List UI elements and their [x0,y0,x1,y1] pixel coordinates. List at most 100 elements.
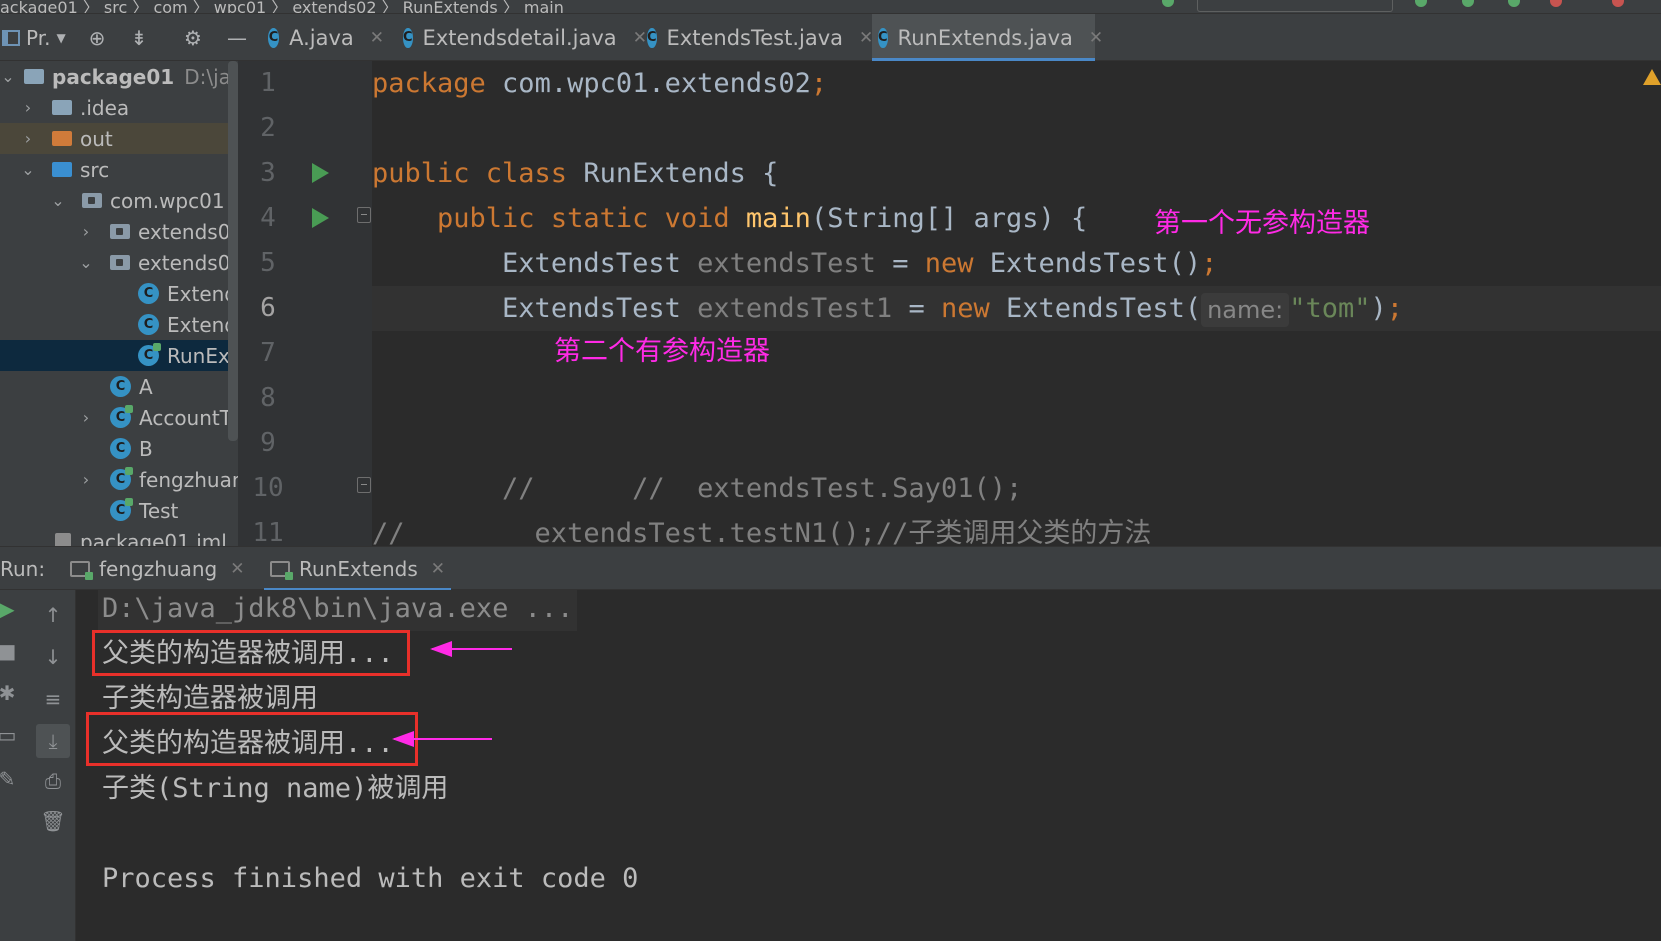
tab-extendsdetail-java[interactable]: C Extendsdetail.java ✕ [397,14,647,61]
code-text: RunExtends { [567,158,779,189]
tree-item-out[interactable]: › out [0,123,238,154]
code-line-6: ExtendsTest extendsTest1 = new ExtendsTe… [372,286,1661,331]
package-icon [82,193,102,208]
run-tab-runextends[interactable]: RunExtends ✕ [264,547,452,591]
tree-item-src[interactable]: ⌄ src [0,154,238,185]
warning-icon[interactable] [1643,69,1661,85]
line-number: 10 [252,473,284,503]
chevron-right-icon[interactable]: › [78,408,94,427]
code-editor[interactable]: package com.wpc01.extends02; public clas… [372,61,1661,546]
stop-icon[interactable]: ■ [0,636,22,666]
tab-a-java[interactable]: C A.java ✕ [262,14,384,61]
source-folder-icon [52,162,72,177]
tree-item-idea[interactable]: › .idea [0,92,238,123]
chevron-right-icon[interactable]: › [20,98,36,117]
annotation-arrow-icon [430,641,512,657]
breadcrumb[interactable]: ackage01 〉 src 〉 com 〉 wpc01 〉 extends02… [0,0,564,13]
layout-icon[interactable]: ▭ [0,720,22,750]
code-line-3: public class RunExtends { [372,151,1661,196]
debug-icon[interactable] [1462,0,1474,7]
tree-item-fengzhuang[interactable]: › C fengzhuang [0,464,238,495]
close-icon[interactable]: ✕ [230,559,244,579]
line-number: 3 [260,158,276,188]
run-config-icon [270,561,293,580]
run-tool-window-header: Run: fengzhuang ✕ RunExtends ✕ [0,546,1661,591]
console-output[interactable]: D:\java_jdk8\bin\java.exe ... 父类的构造器被调用.… [76,590,1661,941]
method-name: main [745,203,811,234]
code-text: com.wpc01.extends02 [485,68,811,99]
stop-icon[interactable] [1612,0,1624,7]
variable-name: extendsTest1 [697,293,893,324]
close-icon[interactable]: ✕ [431,559,445,579]
gear-icon[interactable]: ⚙ [176,14,210,61]
scroll-to-end-icon[interactable]: ⤓ [36,724,70,758]
line-number: 2 [260,113,276,143]
tree-item-extendstest[interactable]: C ExtendsT [0,309,238,340]
tree-item-label: src [80,157,110,182]
tab-runextends-java[interactable]: C RunExtends.java ✕ [872,14,1103,61]
code-line-10: // // extendsTest.Say01(); [372,473,1023,504]
soft-wrap-icon[interactable]: ≡ [38,684,68,714]
tree-item-b[interactable]: C B [0,433,238,464]
collapse-all-icon[interactable]: ⇟ [122,14,156,61]
trash-icon[interactable]: 🗑 [38,806,68,836]
tree-item-label: package01 [52,64,175,89]
keyword: public class [372,158,568,189]
project-view-selector[interactable]: Pr. ▼ [0,14,70,61]
pin-icon[interactable]: ✎ [0,764,22,794]
chevron-right-icon[interactable]: › [78,222,94,241]
chevron-down-icon[interactable]: ⌄ [78,253,94,272]
run-icon[interactable] [1415,0,1427,7]
tree-item-runextends[interactable]: C RunExter [0,340,238,371]
code-text: ExtendsTest( [989,293,1202,324]
close-icon[interactable]: ✕ [370,28,384,48]
chevron-right-icon[interactable]: › [20,129,36,148]
tree-item-extends02[interactable]: ⌄ extends02 [0,247,238,278]
fold-icon[interactable] [357,207,371,223]
locate-file-icon[interactable]: ⊕ [80,14,114,61]
run-tab-fengzhuang[interactable]: fengzhuang ✕ [64,547,250,591]
run-configuration-selector[interactable] [1197,0,1393,12]
tree-item-label: AccountTest [139,405,238,430]
tab-label: A.java [289,25,354,50]
line-number: 1 [260,68,276,98]
up-arrow-icon[interactable]: ↑ [38,600,68,630]
line-number: 8 [260,383,276,413]
build-icon[interactable] [1162,0,1174,7]
chevron-down-icon[interactable]: ⌄ [0,67,16,86]
line-number: 4 [260,203,276,233]
chevron-down-icon[interactable]: ⌄ [20,160,36,179]
code-line-1: package com.wpc01.extends02; [372,61,1661,106]
runnable-class-icon: C [110,467,133,490]
tree-item-a[interactable]: C A [0,371,238,402]
profile-icon[interactable] [1550,0,1562,7]
tab-extendstest-java[interactable]: C ExtendsTest.java ✕ [641,14,873,61]
chevron-right-icon[interactable]: › [78,470,94,489]
tree-item-iml[interactable]: package01.iml [0,526,238,546]
tree-item-label: Test [139,498,179,523]
project-scrollbar[interactable] [228,61,238,441]
tree-item-accounttest[interactable]: › C AccountTest [0,402,238,433]
coverage-icon[interactable] [1508,0,1520,7]
settings-icon[interactable]: ✱ [0,678,22,708]
run-main-icon[interactable] [312,208,329,228]
close-icon[interactable]: ✕ [1089,28,1103,48]
fold-icon[interactable] [357,477,371,493]
tree-item-label: extends02 [138,250,238,275]
print-icon[interactable]: ⎙ [38,766,68,796]
tree-item-com-wpc01[interactable]: ⌄ com.wpc01 [0,185,238,216]
keyword: public static void [437,203,730,234]
tree-item-extends01[interactable]: › extends01 [0,216,238,247]
project-tree: ⌄ package01D:\java_c › .idea › out ⌄ src… [0,61,238,546]
down-arrow-icon[interactable]: ↓ [38,642,68,672]
tree-item-extendsdetail[interactable]: C Extendsd [0,278,238,309]
tree-item-test[interactable]: C Test [0,495,238,526]
chevron-down-icon[interactable]: ⌄ [50,191,66,210]
run-class-icon[interactable] [312,163,329,183]
tree-item-package01[interactable]: ⌄ package01D:\java_c [0,61,238,92]
tab-label: ExtendsTest.java [666,25,844,50]
rerun-icon[interactable]: ▶ [0,594,22,624]
class-icon: C [647,27,657,48]
hide-panel-icon[interactable]: — [220,14,254,61]
